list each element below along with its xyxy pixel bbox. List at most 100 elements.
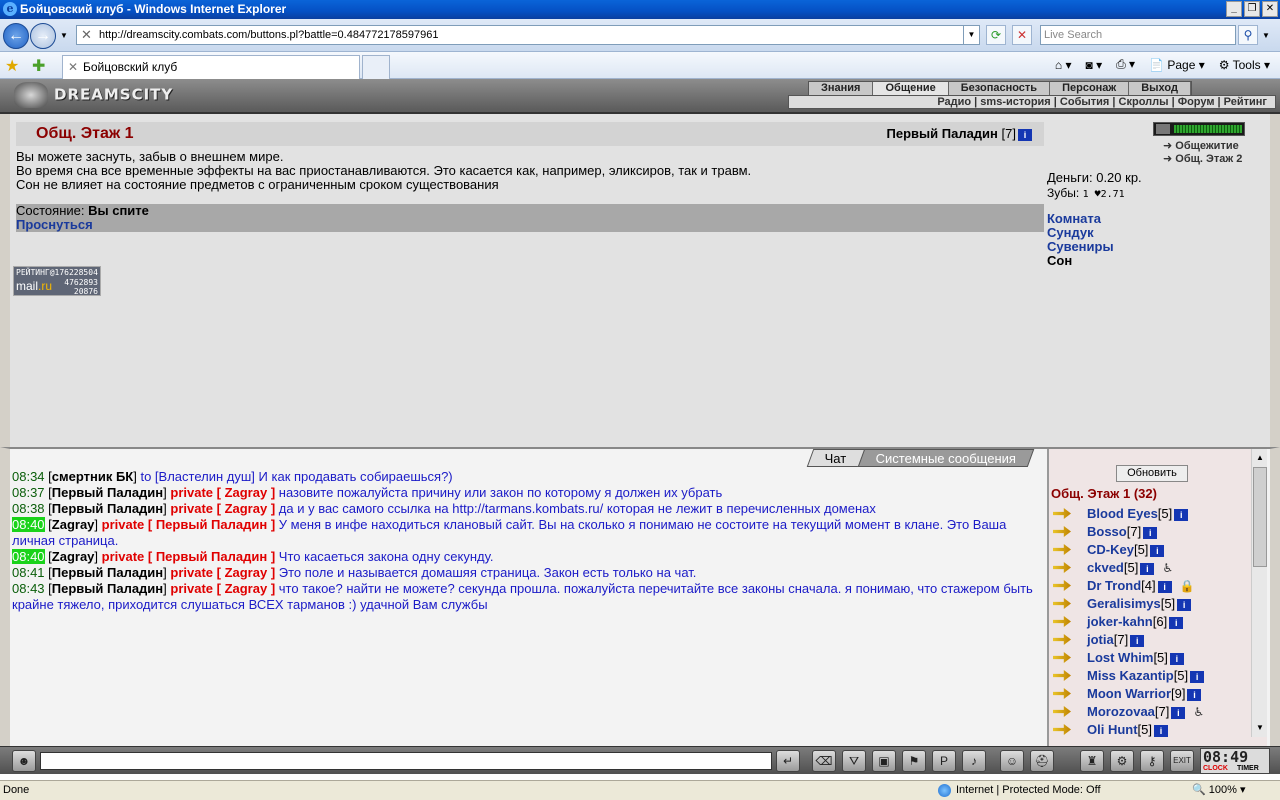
user-list-scrollbar[interactable]: ▲ ▼ [1251, 449, 1267, 737]
user-info-icon[interactable]: i [1187, 688, 1202, 701]
refresh-button[interactable]: Обновить [1116, 465, 1188, 482]
private-arrow-icon[interactable] [1053, 526, 1071, 537]
mailru-counter[interactable]: РЕЙТИНГ@176228504 mail.ru 4762893 20876 [13, 266, 101, 296]
user-list-item[interactable]: Dr Trond[4] i 🔒 [1051, 577, 1251, 595]
forward-button[interactable]: → [30, 23, 56, 49]
walk-icon[interactable]: ⚑ [902, 750, 926, 772]
security-zone[interactable]: Internet | Protected Mode: Off [938, 781, 1101, 800]
user-name[interactable]: CD-Key [1087, 542, 1134, 557]
private-icon[interactable]: P [932, 750, 956, 772]
user-name[interactable]: ckved [1087, 560, 1124, 575]
private-arrow-icon[interactable] [1053, 562, 1071, 573]
chat-nick[interactable]: смертник БК [52, 469, 133, 484]
timer-label[interactable]: TIMER [1237, 765, 1259, 772]
history-dropdown-icon[interactable]: ▼ [60, 31, 68, 40]
user-list-item[interactable]: Miss Kazantip[5] i [1051, 667, 1251, 685]
user-name[interactable]: Geralisimys [1087, 596, 1161, 611]
settings-icon[interactable]: ⚙ [1110, 750, 1134, 772]
close-icon[interactable]: ✕ [1262, 1, 1278, 17]
private-arrow-icon[interactable] [1053, 616, 1071, 627]
helmet-icon[interactable]: ⛑ [1030, 750, 1054, 772]
user-list-item[interactable]: Lost Whim[5] i [1051, 649, 1251, 667]
user-info-icon[interactable]: i [1177, 598, 1192, 611]
user-info-icon[interactable]: i [1171, 706, 1186, 719]
chat-nick[interactable]: Zagray [52, 549, 95, 564]
private-arrow-icon[interactable] [1053, 652, 1071, 663]
scroll-down-icon[interactable]: ▼ [1253, 721, 1267, 735]
private-arrow-icon[interactable] [1053, 670, 1071, 681]
tab-active[interactable]: ✕ Бойцовский клуб [62, 55, 360, 79]
private-arrow-icon[interactable] [1053, 634, 1071, 645]
tab-system[interactable]: Системные сообщения [857, 449, 1035, 467]
chat-nick[interactable]: Первый Паладин [52, 501, 163, 516]
enter-icon[interactable]: ↵ [776, 750, 800, 772]
eraser-icon[interactable]: ⌫ [812, 750, 836, 772]
menu-bezopasnost[interactable]: Безопасность [949, 82, 1051, 95]
url-dropdown-icon[interactable]: ▼ [963, 26, 979, 44]
chat-private[interactable]: private [ Zagray ] [170, 565, 275, 580]
chat-private[interactable]: private [ Zagray ] [170, 501, 275, 516]
user-name[interactable]: Moon Warrior [1087, 686, 1171, 701]
link-komnata[interactable]: Комната [1047, 212, 1114, 226]
user-info-icon[interactable]: i [1190, 670, 1205, 683]
private-arrow-icon[interactable] [1053, 580, 1071, 591]
private-arrow-icon[interactable] [1053, 724, 1071, 735]
menu-personazh[interactable]: Персонаж [1050, 82, 1130, 95]
location-link-dorm[interactable]: ➜ Общежитие [1163, 139, 1239, 152]
url-field[interactable]: ✕ http://dreamscity.combats.com/buttons.… [76, 25, 980, 45]
private-arrow-icon[interactable] [1053, 706, 1071, 717]
chat-private[interactable]: private [ Первый Паладин ] [102, 517, 276, 532]
private-arrow-icon[interactable] [1053, 598, 1071, 609]
search-input[interactable]: Live Search [1040, 25, 1236, 45]
user-list-item[interactable]: Morozovaa[7] i ♿ [1051, 703, 1251, 721]
location-link-floor2[interactable]: ➜ Общ. Этаж 2 [1163, 152, 1242, 165]
lock-icon[interactable]: ⚷ [1140, 750, 1164, 772]
chat-input[interactable] [40, 752, 772, 770]
submenu[interactable]: Радио | sms-история | События | Скроллы … [788, 95, 1276, 109]
user-name[interactable]: Oli Hunt [1087, 722, 1138, 737]
save-icon[interactable]: ▣ [872, 750, 896, 772]
menu-vyhod[interactable]: Выход [1129, 82, 1191, 95]
chat-nick[interactable]: Первый Паладин [52, 485, 163, 500]
user-list-item[interactable]: Bosso[7] i [1051, 523, 1251, 541]
minimize-icon[interactable]: _ [1226, 1, 1242, 17]
chat-nick[interactable]: Первый Паладин [52, 581, 163, 596]
add-favorites-icon[interactable]: ✚ [32, 56, 45, 76]
user-info-icon[interactable]: i [1143, 526, 1158, 539]
exit-icon[interactable]: EXIT [1170, 750, 1194, 772]
smile-icon[interactable]: ☺ [1000, 750, 1024, 772]
player-name[interactable]: Первый Паладин [7] i [887, 126, 1032, 141]
user-info-icon[interactable]: i [1140, 562, 1155, 575]
refresh-icon[interactable]: ⟳ [986, 25, 1006, 45]
user-info-icon[interactable]: i [1130, 634, 1145, 647]
user-name[interactable]: Dr Trond [1087, 578, 1141, 593]
user-info-icon[interactable]: i [1157, 580, 1172, 593]
search-dropdown-icon[interactable]: ▼ [1262, 31, 1270, 40]
user-info-icon[interactable]: i [1174, 508, 1189, 521]
page-menu[interactable]: 📄 Page ▾ [1149, 58, 1205, 72]
user-name[interactable]: Bosso [1087, 524, 1127, 539]
user-info-icon[interactable]: i [1169, 652, 1184, 665]
wake-link[interactable]: Проснуться [16, 218, 1044, 232]
stop-icon[interactable]: ✕ [1012, 25, 1032, 45]
home-icon[interactable]: ⌂ ▾ [1055, 58, 1072, 72]
print-icon[interactable]: ⎙ ▾ [1116, 57, 1135, 72]
scroll-thumb[interactable] [1253, 467, 1267, 567]
private-arrow-icon[interactable] [1053, 508, 1071, 519]
user-info-icon[interactable]: i [1154, 724, 1169, 737]
user-info-icon[interactable]: i [1169, 616, 1184, 629]
link-sunduk[interactable]: Сундук [1047, 226, 1114, 240]
bag-icon[interactable]: ♜ [1080, 750, 1104, 772]
chat-private[interactable]: private [ Первый Паладин ] [102, 549, 276, 564]
user-list-item[interactable]: Oli Hunt[5] i [1051, 721, 1251, 739]
private-arrow-icon[interactable] [1053, 688, 1071, 699]
link-suveniry[interactable]: Сувениры [1047, 240, 1114, 254]
smileys-head-icon[interactable]: ☻ [12, 750, 36, 772]
favorites-star-icon[interactable]: ★ [5, 56, 19, 76]
new-tab-button[interactable] [362, 55, 390, 79]
user-list-item[interactable]: Moon Warrior[9] i [1051, 685, 1251, 703]
user-list-item[interactable]: Geralisimys[5] i [1051, 595, 1251, 613]
user-name[interactable]: Lost Whim [1087, 650, 1153, 665]
player-info-icon[interactable]: i [1018, 128, 1032, 141]
chat-private[interactable]: private [ Zagray ] [170, 581, 275, 596]
